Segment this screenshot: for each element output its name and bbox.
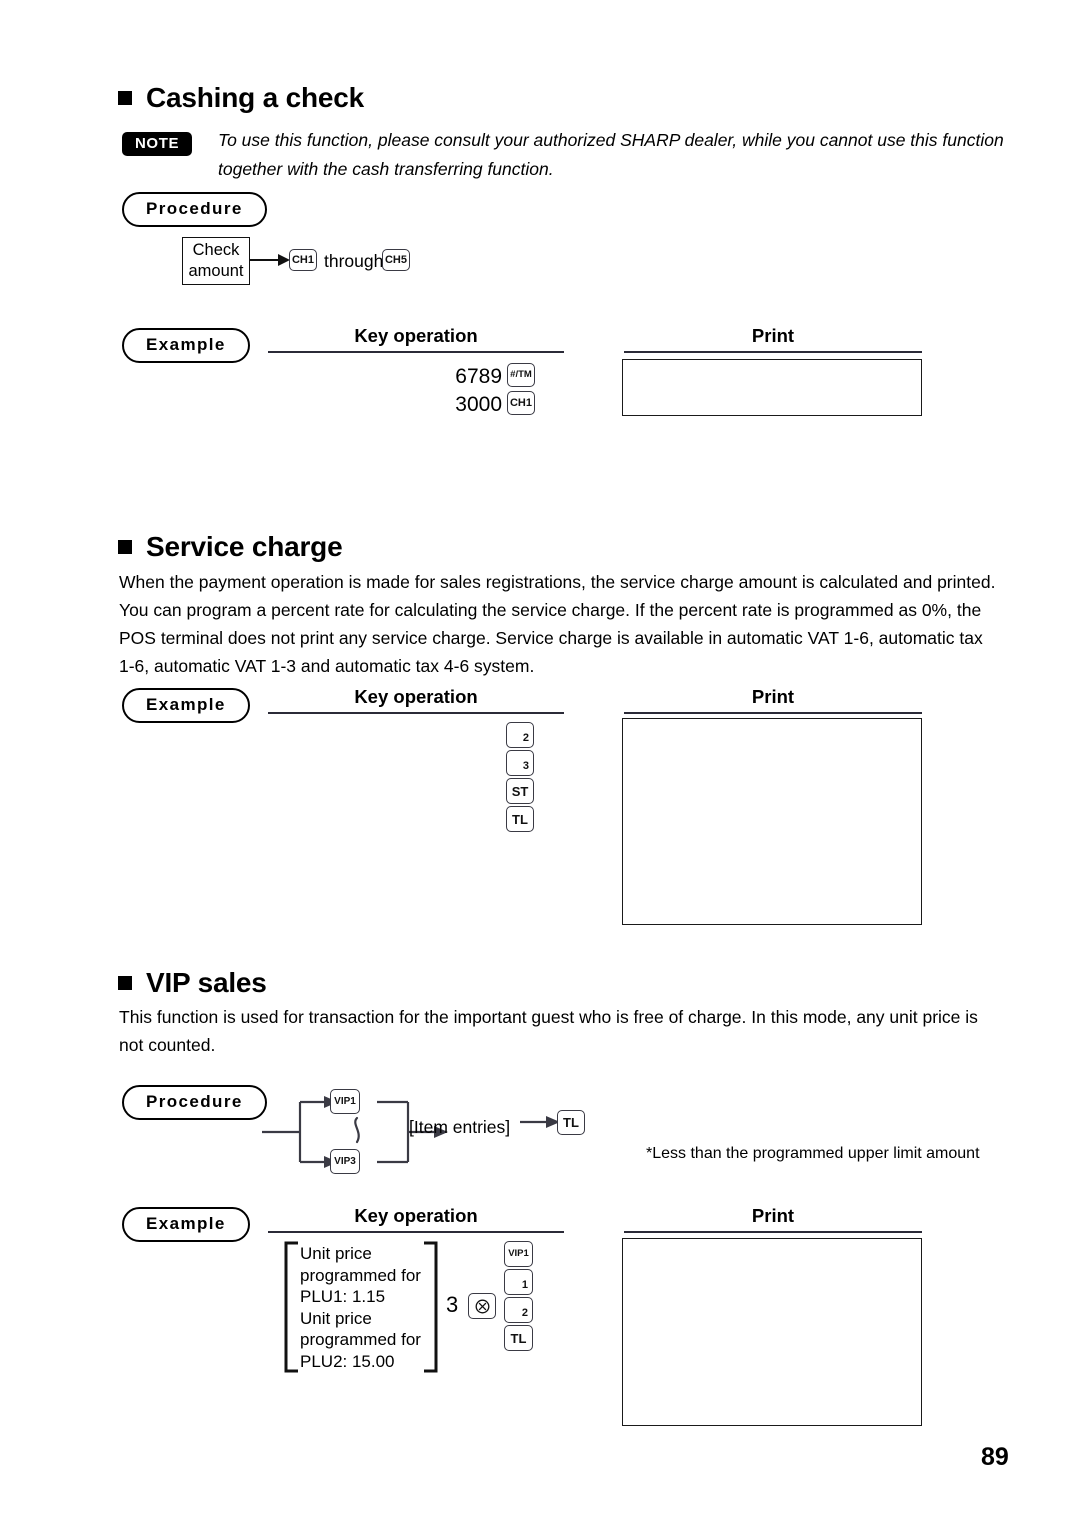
bullet-square-icon <box>118 91 132 105</box>
print-caption-1: Print <box>751 325 795 346</box>
plu-line-5: programmed for <box>300 1330 421 1349</box>
section-title: Cashing a check <box>146 82 364 113</box>
print-rule-2 <box>624 712 922 714</box>
vip-footnote: *Less than the programmed upper limit am… <box>646 1145 980 1162</box>
check-amount-line2: amount <box>188 262 244 280</box>
key-amount-6789: 6789 <box>455 365 502 388</box>
print-box-1 <box>622 359 922 416</box>
plu-line-4: Unit price <box>300 1308 372 1328</box>
key-vip3-procedure[interactable]: VIP3 <box>330 1149 360 1174</box>
key-digit-3-service[interactable]: 3 <box>506 750 534 776</box>
section-title: VIP sales <box>146 967 267 998</box>
key-ch5-procedure[interactable]: CH5 <box>382 249 410 271</box>
plu-description-block: Unit price programmed for PLU1: 1.15 Uni… <box>300 1243 430 1372</box>
section-heading-service-charge: Service charge <box>118 531 343 563</box>
procedure-arrow-1 <box>250 248 292 272</box>
key-digit-1-vip[interactable]: 1 <box>504 1269 533 1295</box>
plu-line-1: Unit price <box>300 1244 372 1263</box>
vip-arrow-to-tl <box>520 1110 562 1134</box>
print-box-3 <box>622 1238 922 1426</box>
procedure-through-label: through <box>324 251 384 271</box>
procedure-badge-cashing: Procedure <box>122 192 267 228</box>
item-entries-label: [Item entries] <box>409 1117 511 1137</box>
key-operation-rule-3 <box>268 1231 564 1233</box>
manual-page: Cashing a check NOTE To use this functio… <box>0 0 1080 1526</box>
plu-line-3: PLU1: 1.15 <box>300 1287 386 1306</box>
key-ch1-procedure[interactable]: CH1 <box>289 249 317 271</box>
print-rule-3 <box>624 1231 922 1233</box>
section-heading-cashing-a-check: Cashing a check <box>118 82 364 114</box>
vip-sales-body: This function is used for transaction fo… <box>119 1007 978 1055</box>
print-box-2 <box>622 718 922 925</box>
key-operation-rule-1 <box>268 351 564 353</box>
key-st-service[interactable]: ST <box>506 778 534 804</box>
example-badge-vip: Example <box>122 1207 250 1243</box>
key-ch1-example[interactable]: CH1 <box>507 391 535 415</box>
key-vip1-procedure[interactable]: VIP1 <box>330 1089 360 1114</box>
key-operation-caption-2: Key operation <box>354 686 478 707</box>
bullet-square-icon <box>118 540 132 554</box>
key-hash-tm[interactable]: #/TM <box>507 363 535 387</box>
section-heading-vip-sales: VIP sales <box>118 967 267 999</box>
plu-line-6: PLU2: 15.00 <box>300 1351 395 1371</box>
bullet-square-icon <box>118 976 132 990</box>
key-tl-procedure-vip[interactable]: TL <box>557 1110 585 1135</box>
example-badge-service-charge: Example <box>122 688 250 724</box>
key-operation-caption-1: Key operation <box>354 325 478 346</box>
key-digit-2-vip[interactable]: 2 <box>504 1297 533 1323</box>
multiplier-value: 3 <box>446 1292 459 1317</box>
key-operation-rule-2 <box>268 712 564 714</box>
key-operation-caption-3: Key operation <box>354 1205 478 1226</box>
print-caption-2: Print <box>751 686 795 707</box>
page-number: 89 <box>981 1443 1009 1471</box>
check-amount-line1: Check <box>192 241 240 259</box>
multiply-icon[interactable] <box>468 1293 496 1319</box>
example-badge-cashing: Example <box>122 328 250 364</box>
print-caption-3: Print <box>751 1205 795 1226</box>
print-rule-1 <box>624 351 922 353</box>
section-title: Service charge <box>146 531 343 562</box>
key-digit-2-service[interactable]: 2 <box>506 722 534 748</box>
key-amount-3000: 3000 <box>455 393 502 416</box>
plu-line-2: programmed for <box>300 1265 421 1285</box>
key-tl-example-vip[interactable]: TL <box>504 1325 533 1351</box>
note-badge: NOTE <box>122 132 193 157</box>
service-charge-body: When the payment operation is made for s… <box>119 572 996 676</box>
key-vip1-example[interactable]: VIP1 <box>504 1241 533 1267</box>
key-tl-service[interactable]: TL <box>506 806 534 832</box>
note-text: To use this function, please consult you… <box>218 130 1004 179</box>
flow-start-box-check-amount: Check amount <box>182 237 250 285</box>
procedure-badge-vip: Procedure <box>122 1085 267 1121</box>
